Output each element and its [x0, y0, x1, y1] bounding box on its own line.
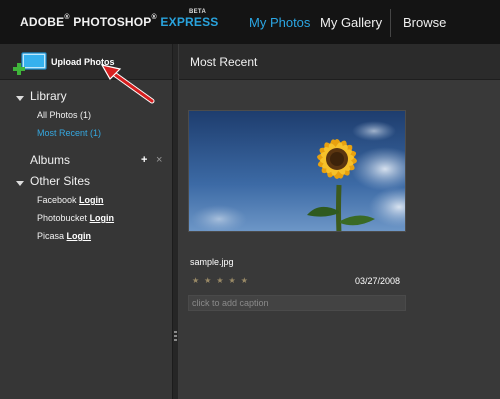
sunflower-photo [189, 111, 405, 231]
library-all-photos[interactable]: All Photos (1) [37, 110, 91, 120]
photo-filename: sample.jpg [190, 257, 234, 267]
remove-album-icon[interactable]: × [156, 154, 162, 166]
other-site-photobucket: Photobucket Login [37, 213, 114, 223]
other-sites-heading[interactable]: Other Sites [30, 174, 90, 188]
library-heading[interactable]: Library [30, 89, 67, 103]
site-name: Picasa [37, 231, 65, 241]
main-header: Most Recent [179, 44, 500, 80]
photobucket-login-link[interactable]: Login [90, 213, 115, 223]
nav-browse[interactable]: Browse [403, 15, 446, 30]
rating-stars[interactable]: ★★★★★ [192, 276, 253, 285]
page-title: Most Recent [190, 55, 258, 69]
picasa-login-link[interactable]: Login [67, 231, 92, 241]
site-name: Photobucket [37, 213, 88, 223]
other-site-picasa: Picasa Login [37, 231, 91, 241]
photo-date: 03/27/2008 [355, 276, 401, 286]
other-site-facebook: Facebook Login [37, 195, 104, 205]
nav-my-gallery[interactable]: My Gallery [320, 15, 382, 30]
library-most-recent[interactable]: Most Recent (1) [37, 128, 101, 138]
app-logo: ADOBE® PHOTOSHOP® EXPRESS [20, 14, 219, 29]
photo-thumbnail[interactable] [188, 110, 406, 232]
annotation-arrow-icon [100, 64, 155, 104]
add-album-icon[interactable]: + [141, 154, 147, 166]
albums-heading[interactable]: Albums [30, 153, 70, 167]
caption-field[interactable]: click to add caption [188, 295, 406, 311]
site-name: Facebook [37, 195, 77, 205]
collapse-triangle-icon[interactable] [16, 181, 24, 186]
nav-divider [390, 9, 391, 37]
facebook-login-link[interactable]: Login [79, 195, 104, 205]
main-panel: Most Recent sample.jpg ★★★★★ 03/27/2008 … [179, 44, 500, 399]
upload-photos-icon [13, 52, 47, 75]
nav-my-photos[interactable]: My Photos [249, 15, 310, 30]
sidebar: Upload Photos Library All Photos (1) Mos… [0, 44, 172, 399]
splitter-grip-icon[interactable] [174, 331, 177, 345]
collapse-triangle-icon[interactable] [16, 96, 24, 101]
top-bar: ADOBE® PHOTOSHOP® EXPRESS BETA My Photos… [0, 0, 500, 44]
panel-splitter[interactable] [172, 44, 179, 399]
beta-badge: BETA [189, 9, 207, 15]
